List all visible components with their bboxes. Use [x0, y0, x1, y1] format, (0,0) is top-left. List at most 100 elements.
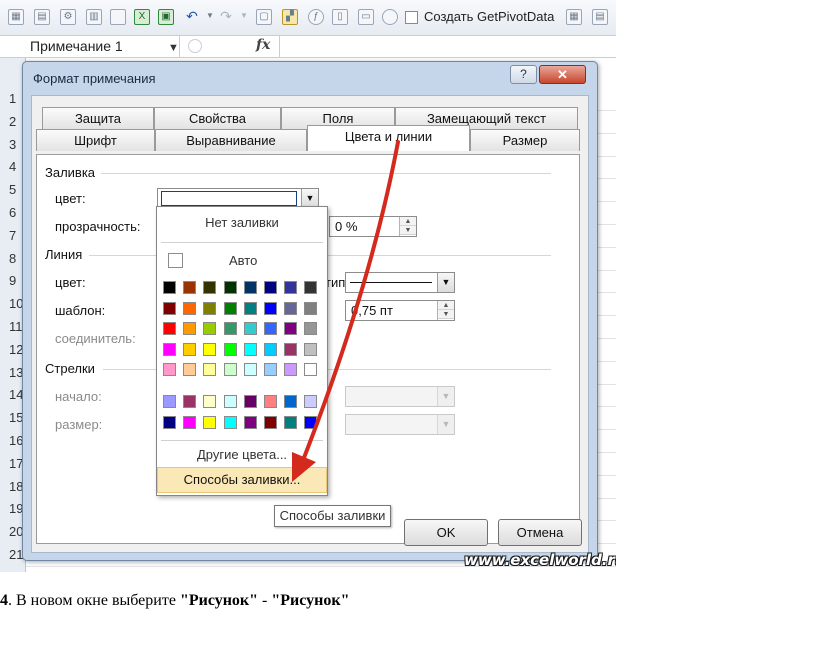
color-swatch[interactable]: [203, 301, 217, 315]
new-document-icon[interactable]: [110, 9, 126, 25]
redo-icon[interactable]: ↷: [218, 9, 234, 25]
color-swatch[interactable]: [163, 363, 176, 376]
color-swatch[interactable]: [304, 301, 318, 315]
color-swatch[interactable]: [264, 322, 277, 335]
color-swatch[interactable]: [243, 301, 257, 315]
no-fill-option[interactable]: Нет заливки: [157, 215, 327, 230]
color-swatch[interactable]: [243, 342, 257, 356]
help-button[interactable]: ?: [510, 65, 537, 84]
fill-effects-option[interactable]: Способы заливки...: [157, 467, 327, 493]
table-icon[interactable]: ▦: [8, 9, 24, 25]
tab-properties[interactable]: Свойства: [154, 107, 281, 129]
color-swatch[interactable]: [203, 395, 217, 408]
color-swatch[interactable]: [163, 281, 176, 294]
color-swatch[interactable]: [304, 281, 318, 294]
color-swatch[interactable]: [183, 415, 197, 429]
color-swatch[interactable]: [203, 363, 217, 376]
color-swatch[interactable]: [183, 281, 197, 294]
tab-protection[interactable]: Защита: [42, 107, 154, 129]
color-swatch[interactable]: [264, 415, 277, 429]
ok-button[interactable]: OK: [404, 519, 488, 546]
color-swatch[interactable]: [284, 342, 298, 356]
color-swatch[interactable]: [264, 301, 277, 315]
color-swatch[interactable]: [203, 322, 217, 335]
color-swatch[interactable]: [264, 395, 277, 408]
chevron-down-icon[interactable]: ▼: [437, 415, 454, 434]
line-type-combo[interactable]: ▼: [345, 272, 455, 293]
pivot-icon[interactable]: ▤: [34, 9, 50, 25]
table-tools-icon[interactable]: ▦: [566, 9, 582, 25]
color-swatch[interactable]: [203, 415, 217, 429]
color-swatch[interactable]: [243, 395, 257, 408]
color-swatch[interactable]: [243, 281, 257, 294]
color-swatch[interactable]: [304, 395, 318, 408]
auto-swatch[interactable]: [168, 253, 183, 268]
close-button[interactable]: ✕: [539, 65, 586, 84]
color-swatch[interactable]: [223, 363, 237, 376]
excel-save-icon[interactable]: ▣: [158, 9, 174, 25]
color-swatch[interactable]: [223, 281, 237, 294]
color-swatch[interactable]: [163, 395, 176, 408]
color-swatch[interactable]: [223, 342, 237, 356]
color-swatch[interactable]: [163, 342, 176, 356]
color-swatch[interactable]: [243, 415, 257, 429]
color-swatch[interactable]: [304, 415, 318, 429]
grid-icon[interactable]: ▥: [86, 9, 102, 25]
color-swatch[interactable]: [284, 322, 298, 335]
page-icon[interactable]: ▯: [332, 9, 348, 25]
color-swatch[interactable]: [223, 395, 237, 408]
color-swatch[interactable]: [223, 415, 237, 429]
cancel-button[interactable]: Отмена: [498, 519, 582, 546]
chevron-down-icon[interactable]: ▼: [168, 38, 179, 59]
chevron-down-icon[interactable]: ▼: [437, 387, 454, 406]
chevron-down-icon[interactable]: ▼: [202, 9, 218, 25]
chart-icon[interactable]: ▞: [282, 9, 298, 25]
undo-icon[interactable]: ↶: [184, 9, 200, 25]
color-swatch[interactable]: [284, 363, 298, 376]
color-swatch[interactable]: [284, 281, 298, 294]
color-swatch[interactable]: [284, 395, 298, 408]
tab-alignment[interactable]: Выравнивание: [155, 129, 307, 151]
color-swatch[interactable]: [264, 281, 277, 294]
spinner-buttons[interactable]: ▲ ▼: [437, 301, 454, 320]
lock-icon[interactable]: ▢: [256, 9, 272, 25]
tab-colors-lines[interactable]: Цвета и линии: [307, 125, 470, 151]
color-swatch[interactable]: [223, 301, 237, 315]
color-swatch[interactable]: [163, 322, 176, 335]
color-swatch[interactable]: [183, 301, 197, 315]
spinner-buttons[interactable]: ▲ ▼: [399, 217, 416, 236]
color-swatch[interactable]: [183, 395, 197, 408]
color-swatch[interactable]: [264, 363, 277, 376]
color-swatch[interactable]: [304, 363, 318, 376]
up-icon[interactable]: ▲: [400, 217, 416, 226]
color-swatch[interactable]: [264, 342, 277, 356]
color-swatch[interactable]: [183, 322, 197, 335]
chevron-down-icon[interactable]: ▼: [437, 273, 454, 292]
more-colors-option[interactable]: Другие цвета...: [157, 447, 327, 462]
color-swatch[interactable]: [243, 363, 257, 376]
excel-icon[interactable]: X: [134, 9, 150, 25]
fx-icon[interactable]: fx: [256, 37, 270, 53]
formula-icon[interactable]: ƒ: [308, 9, 324, 25]
color-swatch[interactable]: [203, 281, 217, 294]
arrow-start-combo[interactable]: ▼: [345, 386, 455, 407]
chevron-down-icon[interactable]: ▼: [236, 9, 252, 25]
color-swatch[interactable]: [163, 415, 176, 429]
copy-page-icon[interactable]: ▭: [358, 9, 374, 25]
tab-size[interactable]: Размер: [470, 129, 580, 151]
color-swatch[interactable]: [304, 342, 318, 356]
down-icon[interactable]: ▼: [400, 226, 416, 235]
color-swatch[interactable]: [183, 363, 197, 376]
color-swatch[interactable]: [163, 301, 176, 315]
up-icon[interactable]: ▲: [438, 301, 454, 310]
getpivotdata-checkbox[interactable]: [405, 11, 418, 24]
color-swatch[interactable]: [203, 342, 217, 356]
transparency-spinner[interactable]: 0 % ▲ ▼: [329, 216, 417, 237]
color-swatch[interactable]: [223, 322, 237, 335]
arrow-size-combo[interactable]: ▼: [345, 414, 455, 435]
print-icon[interactable]: ▤: [592, 9, 608, 25]
color-swatch[interactable]: [304, 322, 318, 335]
color-swatch[interactable]: [284, 415, 298, 429]
color-swatch[interactable]: [243, 322, 257, 335]
name-box[interactable]: Примечание 1 ▼: [0, 36, 180, 58]
